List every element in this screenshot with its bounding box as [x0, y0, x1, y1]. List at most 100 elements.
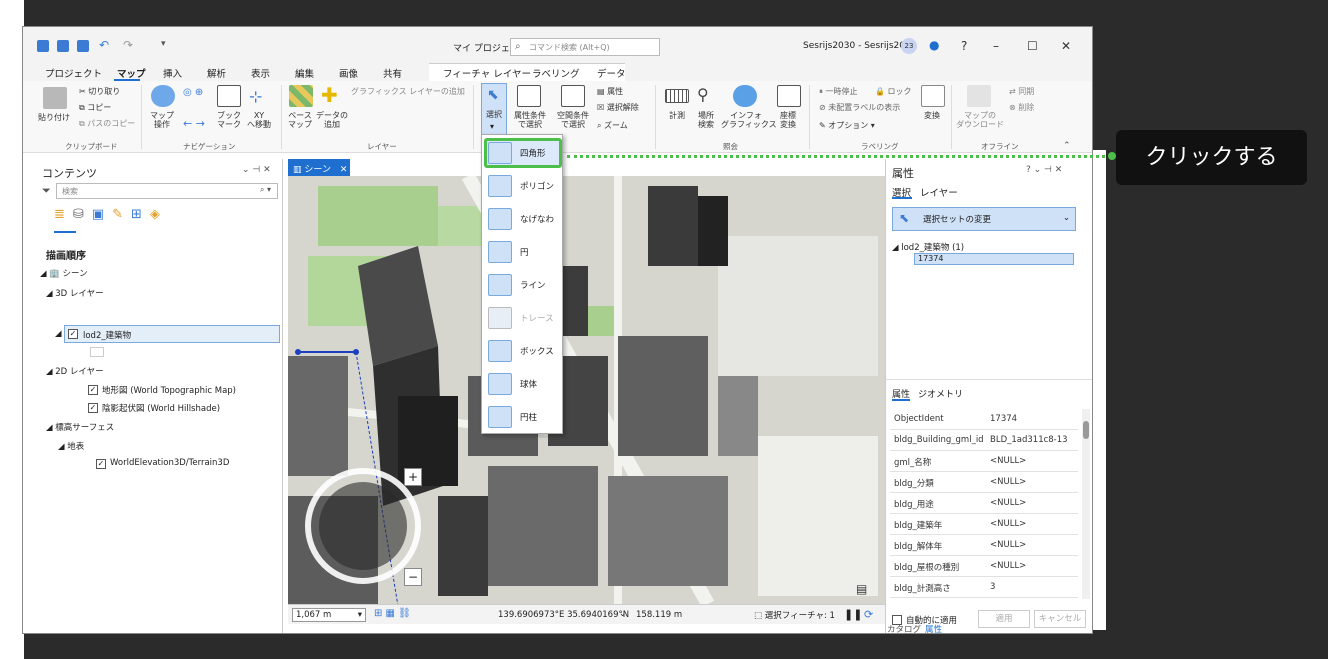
attribute-row[interactable]: bldg_解体年 <NULL> — [890, 535, 1078, 556]
lod2-layer-row[interactable]: ◢ ✓ lod2_建築物 — [55, 325, 280, 343]
pause-drawing-icon[interactable]: ❚❚ — [844, 608, 862, 621]
hillshade-layer-label[interactable]: 陰影起伏図 (World Hillshade) — [102, 402, 220, 414]
lod2-checkbox[interactable]: ✓ — [68, 329, 78, 339]
lock-labels-button[interactable]: 🔒 ロック — [875, 87, 912, 96]
tab-analysis[interactable]: 解析 — [207, 66, 226, 80]
labeling-view-icon[interactable]: ◈ — [150, 207, 168, 222]
layers-3d-node[interactable]: ◢ 3D レイヤー — [46, 287, 104, 299]
explore-icon[interactable] — [151, 85, 175, 107]
convert-coordinates-button[interactable]: 座標 変換 — [773, 111, 803, 129]
tab-view[interactable]: 表示 — [251, 66, 270, 80]
select-tool-item[interactable]: 円 — [486, 237, 560, 267]
lod2-symbol-swatch[interactable] — [90, 347, 104, 357]
convert-coordinates-icon[interactable] — [777, 85, 801, 107]
terrain-layer-label[interactable]: WorldElevation3D/Terrain3D — [110, 458, 229, 468]
change-selection-dropdown[interactable]: ⬉ 選択セットの変更 ⌄ — [892, 207, 1076, 231]
pane-options-icon[interactable]: ? ⌄ ⊣ ✕ — [1026, 165, 1062, 175]
go-to-xy-icon[interactable]: ⊹ — [249, 87, 262, 106]
help-icon[interactable]: ? — [961, 39, 967, 53]
scene-node[interactable]: ◢ 🏢 シーン — [40, 267, 88, 279]
measure-icon[interactable] — [665, 89, 689, 103]
attributes-button[interactable]: ▤ 属性 — [597, 87, 623, 96]
paste-button[interactable]: 貼り付け — [33, 113, 75, 122]
tab-imagery[interactable]: 画像 — [339, 66, 358, 80]
attribute-row[interactable]: bldg_Building_gml_id BLD_1ad311c8-13 — [890, 430, 1078, 451]
editing-view-icon[interactable]: ✎ — [112, 207, 131, 222]
select-tool-item[interactable]: ポリゴン — [486, 171, 560, 201]
scene-view[interactable]: + − ▤ — [288, 176, 885, 604]
filter-icon[interactable]: ⏷ — [42, 184, 51, 198]
previous-next-extent-icon[interactable]: ← → — [183, 117, 205, 130]
tab-feature-layer[interactable]: フィーチャ レイヤー — [443, 66, 531, 80]
attribute-row[interactable]: bldg_計測高さ 3 — [890, 577, 1078, 598]
convert-labels-button[interactable]: 変換 — [917, 111, 947, 120]
measure-button[interactable]: 計測 — [663, 111, 691, 120]
scrollbar-thumb[interactable] — [1083, 421, 1089, 439]
navigator-control[interactable] — [340, 474, 386, 574]
select-tool-item[interactable]: ライン — [486, 270, 560, 300]
download-map-icon[interactable] — [967, 85, 991, 107]
select-by-location-icon[interactable] — [561, 85, 585, 107]
ground-node[interactable]: ◢ 地表 — [58, 440, 84, 452]
pane-options-icon[interactable]: ⌄ ⊣ ✕ — [242, 165, 271, 175]
refresh-icon[interactable]: ⟳ — [864, 608, 873, 621]
locate-button[interactable]: 場所 検索 — [691, 111, 721, 129]
tab-labeling[interactable]: ラベリング — [532, 66, 580, 80]
apply-button[interactable]: 適用 — [978, 610, 1030, 628]
undo-icon[interactable]: ↶ — [99, 38, 109, 52]
selected-features-count[interactable]: ⬚ 選択フィーチャ: 1 — [754, 609, 835, 621]
redo-icon[interactable]: ↷ — [123, 38, 133, 52]
attribute-field-value[interactable]: 17374 — [990, 414, 1017, 424]
hillshade-checkbox[interactable]: ✓ — [88, 403, 98, 413]
select-tool-item[interactable]: トレース — [486, 303, 560, 333]
cancel-button[interactable]: キャンセル — [1034, 610, 1086, 628]
attribute-field-value[interactable]: <NULL> — [990, 519, 1026, 529]
sync-button[interactable]: ⇄ 同期 — [1009, 87, 1034, 96]
select-by-location-button[interactable]: 空間条件 で選択 — [553, 111, 593, 129]
remove-offline-button[interactable]: ⊗ 削除 — [1009, 103, 1034, 112]
attribute-row[interactable]: bldg_建築年 <NULL> — [890, 514, 1078, 535]
copy-path-button[interactable]: ⧉ パスのコピー — [79, 119, 135, 128]
bottom-tab-catalog[interactable]: カタログ — [887, 623, 921, 633]
paste-icon[interactable] — [43, 87, 67, 109]
contents-search-input[interactable]: 検索 ⌕ ▾ — [56, 183, 278, 199]
select-tool-item[interactable]: 球体 — [486, 369, 560, 399]
select-by-attributes-button[interactable]: 属性条件 で選択 — [511, 111, 549, 129]
attribute-field-value[interactable]: <NULL> — [990, 477, 1026, 487]
attr-tab-layer[interactable]: レイヤー — [920, 185, 958, 199]
attribute-field-value[interactable]: <NULL> — [990, 561, 1026, 571]
scale-select[interactable]: 1,067 m ▾ — [292, 608, 366, 622]
attribute-field-value[interactable]: 3 — [990, 582, 995, 592]
new-icon[interactable] — [37, 40, 49, 52]
attribute-field-value[interactable]: <NULL> — [990, 540, 1026, 550]
elevation-surface-node[interactable]: ◢ 標高サーフェス — [46, 421, 114, 433]
explore-button[interactable]: マップ 操作 — [145, 111, 179, 129]
tab-data[interactable]: データ — [597, 66, 626, 80]
layers-2d-node[interactable]: ◢ 2D レイヤー — [46, 365, 104, 377]
status-tools-icon[interactable]: ⊞ ▦ ⛓ — [374, 608, 411, 619]
attribute-field-value[interactable]: <NULL> — [990, 456, 1026, 466]
attribute-field-value[interactable]: BLD_1ad311c8-13 — [990, 435, 1068, 445]
tab-map[interactable]: マップ — [117, 66, 146, 80]
topo-layer-label[interactable]: 地形図 (World Topographic Map) — [102, 384, 236, 396]
customize-quick-access-icon[interactable]: ▾ — [161, 39, 166, 49]
tab-insert[interactable]: 挿入 — [163, 66, 182, 80]
attribute-field-value[interactable]: <NULL> — [990, 498, 1026, 508]
cut-button[interactable]: ✂ 切り取り — [79, 87, 120, 96]
locate-icon[interactable]: ⚲ — [697, 85, 709, 104]
contents-view-toolbar[interactable]: ≣⛁▣✎⊞◈ — [54, 207, 168, 222]
collapse-ribbon-icon[interactable]: ⌃ — [1063, 141, 1071, 151]
maximize-icon[interactable]: ☐ — [1027, 39, 1038, 53]
attributes-scrollbar[interactable] — [1082, 409, 1090, 599]
user-avatar[interactable]: 23 — [901, 38, 917, 54]
tab-scene[interactable]: ▥ シーン ✕ — [288, 159, 350, 176]
bookmark-icon[interactable] — [217, 85, 241, 107]
add-graphics-layer-button[interactable]: グラフィックス レイヤーの追加 — [351, 87, 465, 96]
add-data-button[interactable]: データの 追加 — [315, 111, 349, 129]
infographics-icon[interactable] — [733, 85, 757, 107]
infographics-button[interactable]: インフォ グラフィックス — [721, 111, 777, 129]
tab-project[interactable]: プロジェクト — [45, 66, 102, 80]
drawing-order-icon[interactable]: ≣ — [54, 207, 73, 222]
minimize-icon[interactable]: – — [993, 39, 999, 53]
attribute-row[interactable]: bldg_分類 <NULL> — [890, 472, 1078, 493]
